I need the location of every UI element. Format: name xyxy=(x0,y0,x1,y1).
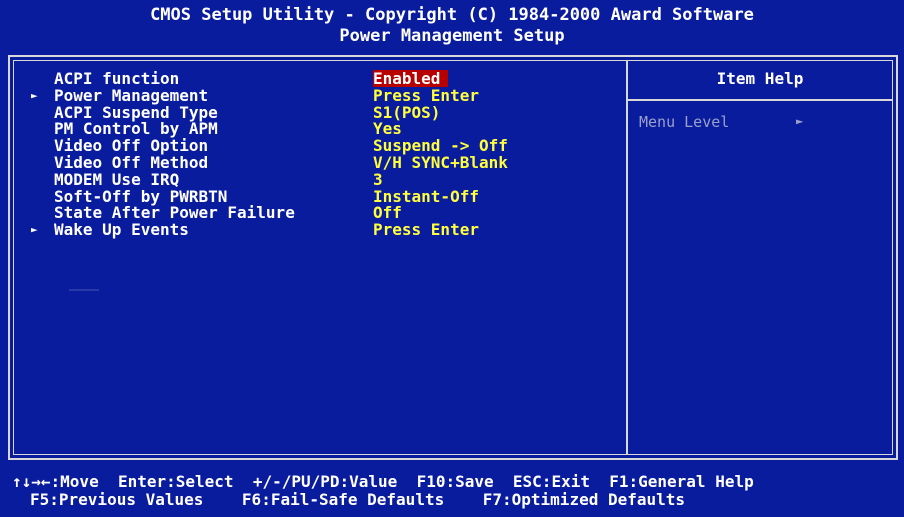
panel-divider xyxy=(626,61,628,454)
setting-row[interactable]: Video Off Method V/H SYNC+Blank xyxy=(14,154,626,171)
help-separator xyxy=(628,99,892,101)
settings-frame: ACPI function Enabled ► Power Management Pre… xyxy=(8,55,898,460)
submenu-arrow-icon: ► xyxy=(31,223,38,237)
setting-row[interactable]: Video Off Option Suspend -> Off xyxy=(14,137,626,154)
setting-label: MODEM Use IRQ xyxy=(54,169,180,189)
setting-value[interactable]: S1(POS) xyxy=(373,104,440,121)
setting-label: PM Control by APM xyxy=(54,119,218,139)
title-line-1: CMOS Setup Utility - Copyright (C) 1984-… xyxy=(150,5,754,25)
settings-list: ACPI function Enabled ► Power Management Pre… xyxy=(14,70,626,238)
setting-row[interactable]: MODEM Use IRQ 3 xyxy=(14,171,626,188)
settings-frame-inner: ACPI function Enabled ► Power Management Pre… xyxy=(13,60,893,455)
setting-value[interactable]: Off xyxy=(373,204,402,221)
footer-line-1: ↑↓→←:Move Enter:Select +/-/PU/PD:Value F… xyxy=(12,472,754,491)
setting-row[interactable]: Soft-Off by PWRBTN Instant-Off xyxy=(14,188,626,205)
setting-row[interactable]: ACPI function Enabled xyxy=(14,70,626,87)
setting-row[interactable]: PM Control by APM Yes xyxy=(14,120,626,137)
setting-row[interactable]: State After Power Failure Off xyxy=(14,204,626,221)
setting-value[interactable]: Instant-Off xyxy=(373,188,479,205)
menu-level-label: Menu Level xyxy=(639,113,730,131)
setting-label: ACPI Suspend Type xyxy=(54,102,218,122)
setting-label: Power Management xyxy=(54,85,209,105)
menu-level-arrow-icon: ► xyxy=(796,114,804,128)
window-title: CMOS Setup Utility - Copyright (C) 1984-… xyxy=(0,0,904,52)
title-line-2: Power Management Setup xyxy=(339,26,565,46)
setting-label: ACPI function xyxy=(54,69,180,88)
footer-line-2: F5:Previous Values F6:Fail-Safe Defaults… xyxy=(30,490,686,509)
setting-label: Soft-Off by PWRBTN xyxy=(54,186,228,206)
setting-row[interactable]: ACPI Suspend Type S1(POS) xyxy=(14,104,626,121)
setting-value[interactable]: V/H SYNC+Blank xyxy=(373,154,508,171)
item-help-title: Item Help xyxy=(716,69,804,88)
setting-value[interactable]: Press Enter xyxy=(373,87,479,104)
setting-label: Wake Up Events xyxy=(54,220,189,240)
setting-row[interactable]: ► Wake Up Events Press Enter xyxy=(14,221,626,238)
setting-value[interactable]: Press Enter xyxy=(373,221,479,238)
setting-label: Video Off Option xyxy=(54,136,209,156)
setting-label: State After Power Failure xyxy=(54,203,295,223)
submenu-arrow-icon: ► xyxy=(31,88,38,102)
setting-value[interactable]: Yes xyxy=(373,120,402,137)
setting-row[interactable]: ► Power Management Press Enter xyxy=(14,87,626,104)
key-help-footer: ↑↓→←:Move Enter:Select +/-/PU/PD:Value F… xyxy=(0,462,904,517)
setting-value[interactable]: 3 xyxy=(373,171,383,188)
setting-label: Video Off Method xyxy=(54,152,209,172)
faint-artifact xyxy=(69,289,99,291)
setting-value[interactable]: Enabled xyxy=(373,70,449,87)
setting-value[interactable]: Suspend -> Off xyxy=(373,137,508,154)
